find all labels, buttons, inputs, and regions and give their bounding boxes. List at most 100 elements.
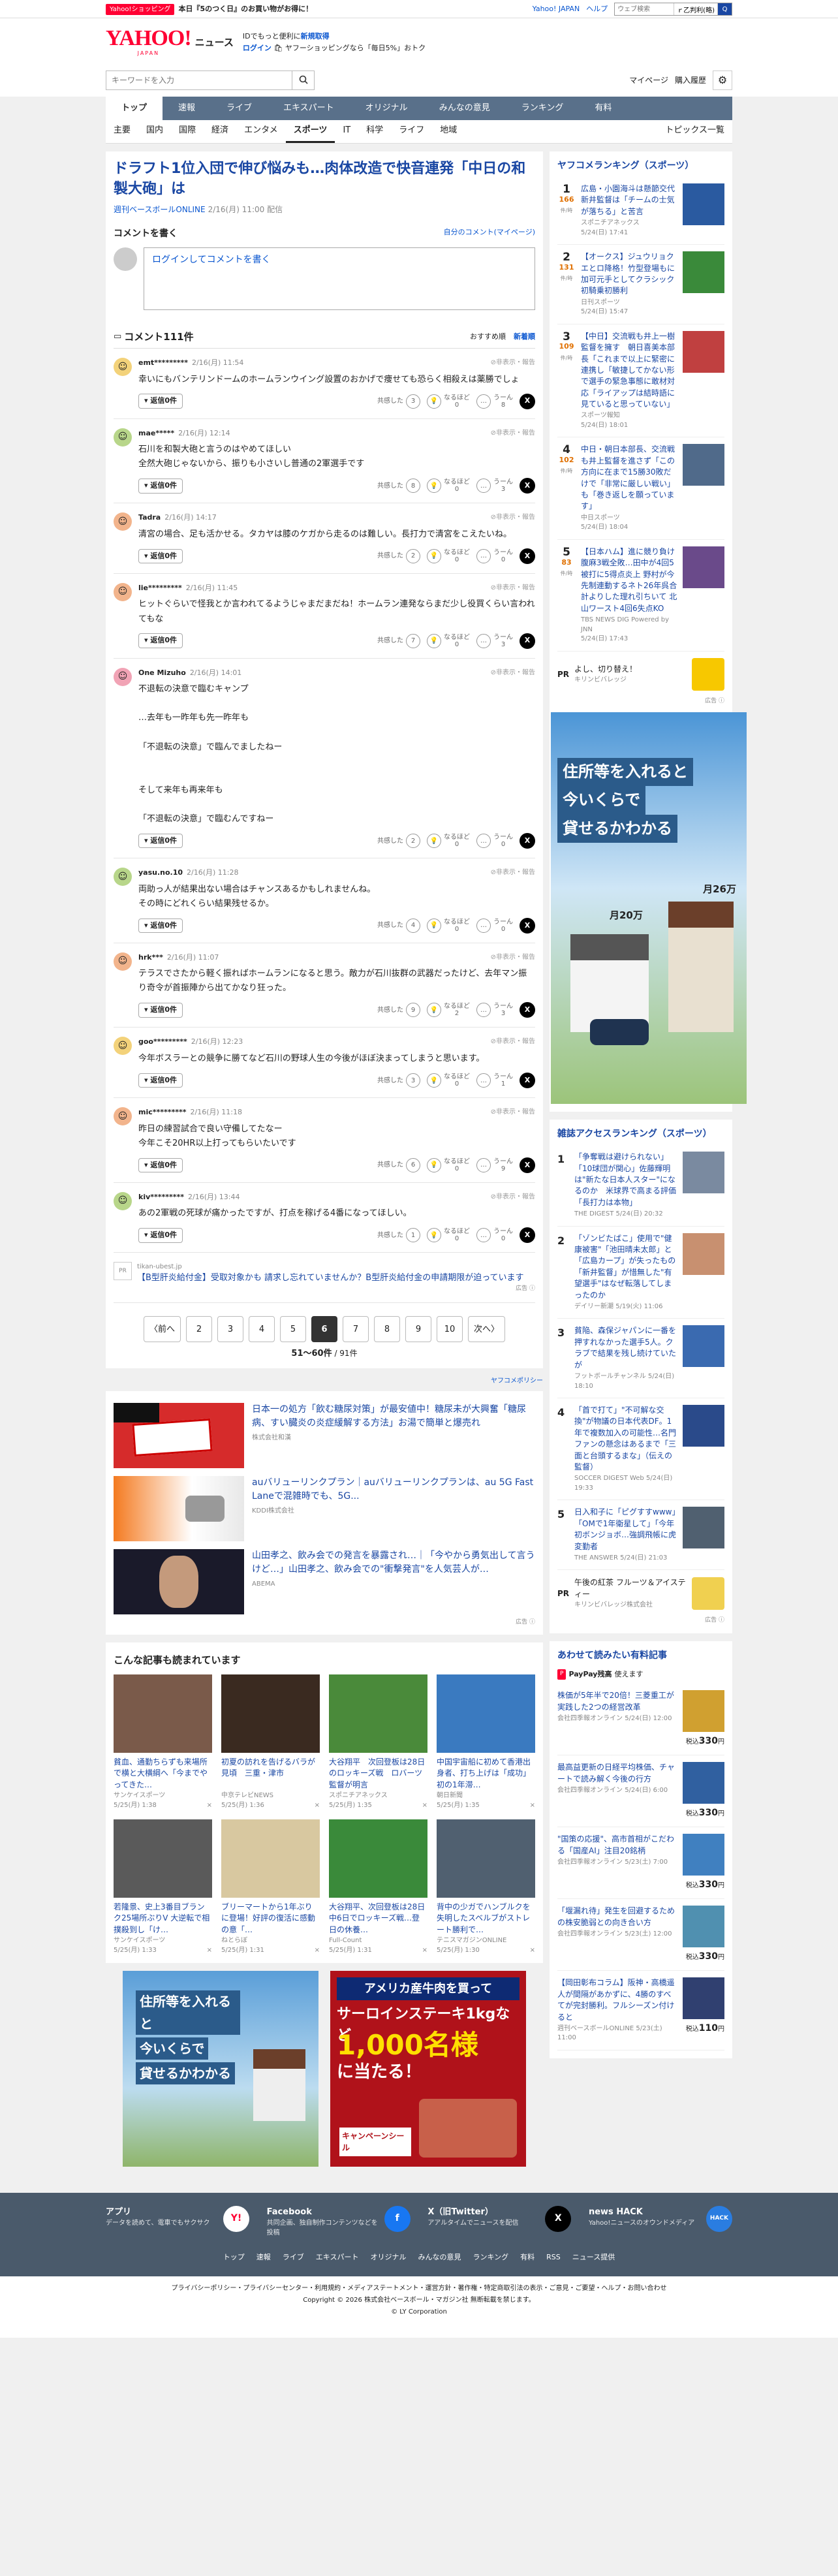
empathy-button[interactable]: 共感した 3 (377, 394, 420, 409)
cat-economy[interactable]: 経済 (204, 120, 236, 143)
page-3[interactable]: 3 (217, 1316, 243, 1343)
user-avatar-icon[interactable]: ☺ (114, 512, 132, 531)
help-link[interactable]: ヘルプ (586, 4, 608, 15)
close-icon[interactable]: × (315, 1800, 320, 1810)
naruhodo-button[interactable]: 💡 なるほど 0 (427, 479, 470, 494)
empathy-button[interactable]: 共感した 2 (377, 548, 420, 563)
article-card[interactable]: 背中の少ガでハンブルクを失明したスベルブがストレート勝利で… テニスマガジンON… (437, 1819, 535, 1955)
ranking-item[interactable]: 3 109 件/時 【中日】交流戦も井上一樹監督を擁す 朝日喜美本部長「これまで以上… (557, 324, 724, 438)
purchase-history-link[interactable]: 購入履歴 (675, 74, 706, 86)
ad-text[interactable]: 【B型肝炎給付金】受取対象かも 請求し忘れていませんか？B型肝炎給付金の申請期限… (137, 1272, 535, 1285)
cat-region[interactable]: 地域 (432, 120, 465, 143)
ranking-item[interactable]: 5 83 件/時 【日本ハム】進に競り負け腹麻3戦全敗…田中が4回5被打に5得点炎上… (557, 540, 724, 652)
gnav-breaking[interactable]: 速報 (163, 97, 211, 120)
hmm-button[interactable]: … うーん 9 (476, 1157, 513, 1172)
comment-user[interactable]: goo********* (138, 1037, 187, 1048)
x-share-icon[interactable]: X (520, 548, 535, 564)
page-9[interactable]: 9 (405, 1316, 431, 1343)
sponsored-item[interactable]: 山田孝之、飲み会での発言を暴露され…｜「今やから勇気出して言うけど…」山田孝之、… (114, 1545, 535, 1618)
naruhodo-button[interactable]: 💡 なるほど 0 (427, 394, 470, 409)
replies-button[interactable]: ▾ 返信0件 (138, 918, 183, 934)
article-card[interactable]: 大谷翔平 次回登板は28日のロッキーズ戦 ロバーツ監督が明言 スポニチアネックス… (329, 1674, 427, 1810)
next-page-button[interactable]: 次へ〉 (468, 1316, 506, 1343)
naruhodo-button[interactable]: 💡 なるほど 0 (427, 633, 470, 648)
my-comments-link[interactable]: 自分のコメント(マイページ) (444, 227, 535, 241)
search-icon[interactable] (292, 71, 314, 89)
naruhodo-button[interactable]: 💡 なるほど 0 (427, 1073, 470, 1088)
x-share-icon[interactable]: X (520, 633, 535, 649)
paid-article-item[interactable]: "国策の応援"、高市首相がこだわる「国産AI」注目20銘柄 会社四季報オンライン … (557, 1827, 724, 1900)
x-share-icon[interactable]: X (520, 1073, 535, 1089)
sponsored-item[interactable]: 日本一の処方「飲む糖尿対策」が最安値中！糖尿未が大興奮「糖尿病、すい臓炎の炎症緩… (114, 1399, 535, 1472)
hmm-button[interactable]: … うーん 0 (476, 548, 513, 563)
naruhodo-button[interactable]: 💡 なるほど 0 (427, 1157, 470, 1172)
comment-user[interactable]: emt********* (138, 358, 188, 369)
gear-icon[interactable]: ⚙ (713, 71, 732, 90)
gnav-expert[interactable]: エキスパート (268, 97, 350, 120)
web-search-input[interactable] (615, 3, 674, 15)
footer-app[interactable]: アプリ データを読めて、電車でもサクサク Y! (106, 2205, 249, 2238)
x-share-icon[interactable]: X (520, 1227, 535, 1244)
footer-newshack[interactable]: news HACK Yahoo!ニュースのオウンドメディア HACK (589, 2205, 732, 2238)
report-link[interactable]: ⊘非表示・報告 (491, 868, 535, 879)
page-8[interactable]: 8 (374, 1316, 400, 1343)
naruhodo-button[interactable]: 💡 なるほど 2 (427, 1003, 470, 1018)
topics-list-link[interactable]: トピックス一覧 (657, 120, 732, 143)
replies-button[interactable]: ▾ 返信0件 (138, 479, 183, 494)
x-share-icon[interactable]: X (520, 917, 535, 934)
hmm-button[interactable]: … うーん 3 (476, 1003, 513, 1018)
empathy-button[interactable]: 共感した 6 (377, 1157, 420, 1172)
article-card[interactable]: 中国宇宙船に初めて香港出身者、打ち上げは「成功」 初の1年滞… 朝日新聞 5/2… (437, 1674, 535, 1810)
page-5[interactable]: 5 (280, 1316, 306, 1343)
user-avatar-icon[interactable]: ☺ (114, 358, 132, 377)
keyword-input[interactable] (106, 71, 292, 89)
report-link[interactable]: ⊘非表示・報告 (491, 1037, 535, 1048)
report-link[interactable]: ⊘非表示・報告 (491, 512, 535, 524)
register-link[interactable]: 新規取得 (301, 32, 330, 40)
paid-article-item[interactable]: 【岡田彰布コラム】阪神・高橋遥人が間隔があかずに、4勝のすべてが完封勝利。フルシ… (557, 1971, 724, 2050)
paid-article-item[interactable]: 「堰漏れ待」発生を回避するための株安脆弱との向き合い方 会社四季報オンライン 5/… (557, 1899, 724, 1971)
info-icon[interactable]: ⓘ (529, 1285, 535, 1292)
hmm-button[interactable]: … うーん 0 (476, 834, 513, 849)
hmm-button[interactable]: … うーん 0 (476, 918, 513, 933)
comment-user[interactable]: yasu.no.10 (138, 868, 183, 879)
hmm-button[interactable]: … うーん 1 (476, 1073, 513, 1088)
article-card[interactable]: ブリーマートから1年ぶりに登場！好評の復活に感動の意「… ねとらぼ 5/25(月… (221, 1819, 320, 1955)
ranking-item[interactable]: 1 166 件/時 広島・小園海斗は懸節交代 新井監督は「チームの士気が落ちる」と苦… (557, 177, 724, 245)
ranking-item[interactable]: 4 102 件/時 中日・朝日本部長、交流戦も井上監督を進さず「この方向に在まで15… (557, 437, 724, 540)
user-avatar-icon[interactable]: ☺ (114, 952, 132, 971)
gnav-top[interactable]: トップ (106, 97, 163, 120)
empathy-button[interactable]: 共感した 3 (377, 1073, 420, 1088)
shopping-badge[interactable]: Yahoo!ショッピング (106, 3, 175, 15)
replies-button[interactable]: ▾ 返信0件 (138, 394, 183, 409)
user-avatar-icon[interactable]: ☺ (114, 868, 132, 887)
footer-link[interactable]: ランキング (473, 2252, 508, 2263)
gnav-ranking[interactable]: ランキング (506, 97, 580, 120)
close-icon[interactable]: × (530, 1945, 535, 1955)
report-link[interactable]: ⊘非表示・報告 (491, 952, 535, 964)
hmm-button[interactable]: … うーん 0 (476, 1228, 513, 1243)
promo-link[interactable]: 本日『5のつく日』のお買い物がお得に！ (178, 4, 313, 15)
report-link[interactable]: ⊘非表示・報告 (491, 668, 535, 679)
prev-page-button[interactable]: 〈前へ (143, 1316, 181, 1343)
gnav-live[interactable]: ライブ (211, 97, 268, 120)
empathy-button[interactable]: 共感した 2 (377, 834, 420, 849)
footer-link[interactable]: みんなの意見 (418, 2252, 461, 2263)
access-ranking-item[interactable]: 5 日入和子に「ピグすすwww」「OMで1年衛星して」「今年初ボンジョボ…強調飛… (557, 1500, 724, 1571)
naruhodo-button[interactable]: 💡 なるほど 0 (427, 548, 470, 563)
x-share-icon[interactable]: X (520, 1157, 535, 1173)
cat-sports[interactable]: スポーツ (285, 120, 335, 143)
rental-ad[interactable]: 住所等を入れると 今いくらで 貸せるかわかる (123, 1970, 318, 2167)
user-avatar-icon[interactable]: ☺ (114, 582, 132, 601)
comment-user[interactable]: hrk*** (138, 952, 163, 964)
replies-button[interactable]: ▾ 返信0件 (138, 548, 183, 564)
footer-link[interactable]: ライブ (283, 2252, 304, 2263)
user-avatar-icon[interactable]: ☺ (114, 667, 132, 686)
empathy-button[interactable]: 共感した 7 (377, 633, 420, 648)
close-icon[interactable]: × (207, 1800, 212, 1810)
comment-user[interactable]: kiv********* (138, 1192, 184, 1203)
news-logo-text[interactable]: ニュース (195, 35, 234, 50)
cat-it[interactable]: IT (335, 120, 358, 143)
cat-domestic[interactable]: 国内 (138, 120, 171, 143)
page-4[interactable]: 4 (249, 1316, 275, 1343)
